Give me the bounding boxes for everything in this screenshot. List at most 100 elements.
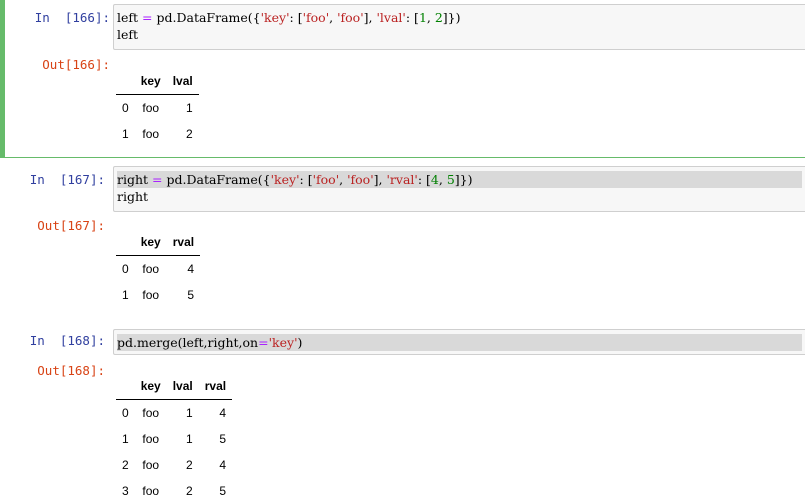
row-index: 0 [122,406,129,420]
column-header: rval [166,229,201,256]
code-line: right = pd.DataFrame({'key': ['foo', 'fo… [117,171,802,188]
index-header [116,68,135,95]
code-token: : [ [405,10,419,25]
table-cell: 5 [219,484,227,498]
table-cell: 4 [219,458,227,472]
code-token: left [117,10,143,25]
code-token: 2 [434,10,443,25]
table-cell: foo [142,406,160,420]
code-token: pd.merge(left,right,on [117,335,259,350]
code-input[interactable]: pd.merge(left,right,on='key') [113,329,805,355]
index-header [116,229,135,256]
notebook-cell-167[interactable]: In [167]: right = pd.DataFrame({'key': [… [0,165,805,320]
index-header [116,373,135,400]
dataframe-output: key lval 0 foo 1 1 foo 2 [116,68,199,147]
code-token: right [117,189,149,204]
table-cell: foo [142,432,160,446]
column-header: key [134,229,167,256]
table-cell: 4 [187,262,195,276]
output-prompt: Out[166]: [42,57,110,72]
code-token: = [258,335,269,350]
table-cell: 1 [186,101,193,115]
table-cell: 2 [186,127,193,141]
code-token: : [ [289,10,303,25]
code-token: 'foo' [347,172,374,187]
code-line: left = pd.DataFrame({'key': ['foo', 'foo… [117,9,802,26]
code-token: 'foo' [302,10,330,25]
code-token: , [438,172,447,187]
code-token: left [117,27,139,42]
table-cell: foo [142,101,160,115]
input-prompt: In [168]: [29,333,105,348]
code-token: ], [373,172,387,187]
code-token: 5 [446,172,455,187]
dataframe-output: key lval rval 0 foo 1 4 1 foo 1 5 2 foo 2 4 3 foo 2 5 [116,373,233,504]
code-input[interactable]: left = pd.DataFrame({'key': ['foo', 'foo… [113,4,805,50]
row-index: 1 [122,127,129,141]
table-row: 2 foo 2 4 [116,452,232,478]
table-cell: foo [142,262,160,276]
code-token: : [ [299,172,313,187]
code-token: = [142,10,153,25]
code-token: 'key' [260,10,290,25]
code-token: : [ [417,172,431,187]
table-row: 0 foo 1 4 [116,400,232,427]
code-token: pd.DataFrame({ [152,10,261,25]
row-index: 0 [122,101,129,115]
notebook-cell-168[interactable]: In [168]: pd.merge(left,right,on='key') … [0,327,805,498]
table-row: 1 foo 1 5 [116,426,232,452]
table-cell: foo [142,484,160,498]
row-index: 3 [122,484,129,498]
table-cell: foo [142,458,160,472]
column-header: lval [166,373,199,400]
code-line: left [117,26,802,43]
table-cell: 2 [186,458,193,472]
table-cell: foo [142,288,160,302]
column-header: key [134,373,167,400]
code-token: ]}) [454,172,473,187]
table-row: 1 foo 5 [116,282,200,308]
column-header: rval [198,373,233,400]
code-token: 'key' [268,335,298,350]
row-index: 2 [122,458,129,472]
table-row: 0 foo 1 [116,95,199,122]
table-cell: foo [142,127,160,141]
input-prompt: In [166]: [34,10,110,25]
notebook-cell-166[interactable]: In [166]: left = pd.DataFrame({'key': ['… [0,0,805,158]
code-token: 'lval' [376,10,406,25]
code-input[interactable]: right = pd.DataFrame({'key': ['foo', 'fo… [113,166,805,212]
row-index: 1 [122,288,129,302]
column-header: lval [166,68,199,95]
table-row: 0 foo 4 [116,256,200,283]
code-token: 'foo' [337,10,364,25]
code-token: , [339,172,348,187]
code-line: pd.merge(left,right,on='key') [117,334,802,351]
table-row: 1 foo 2 [116,121,199,147]
output-prompt: Out[168]: [37,363,105,378]
code-token: = [152,172,163,187]
code-token: , [329,10,338,25]
table-cell: 5 [187,288,195,302]
code-token: 4 [430,172,439,187]
code-token: 'rval' [386,172,418,187]
code-token: ]}) [442,10,461,25]
code-token: 1 [418,10,427,25]
code-token: ) [297,335,303,350]
row-index: 1 [122,432,129,446]
code-token: right [117,172,153,187]
code-token: 'foo' [312,172,340,187]
table-cell: 5 [219,432,227,446]
table-cell: 4 [219,406,227,420]
table-cell: 1 [186,432,193,446]
table-cell: 1 [186,406,193,420]
dataframe-output: key rval 0 foo 4 1 foo 5 [116,229,201,308]
code-token: pd.DataFrame({ [162,172,271,187]
table-row: 3 foo 2 5 [116,478,232,504]
code-token: , [426,10,435,25]
table-cell: 2 [186,484,193,498]
code-line: right [117,188,802,205]
code-token: ], [363,10,377,25]
output-prompt: Out[167]: [37,218,105,233]
row-index: 0 [122,262,129,276]
column-header: key [134,68,167,95]
